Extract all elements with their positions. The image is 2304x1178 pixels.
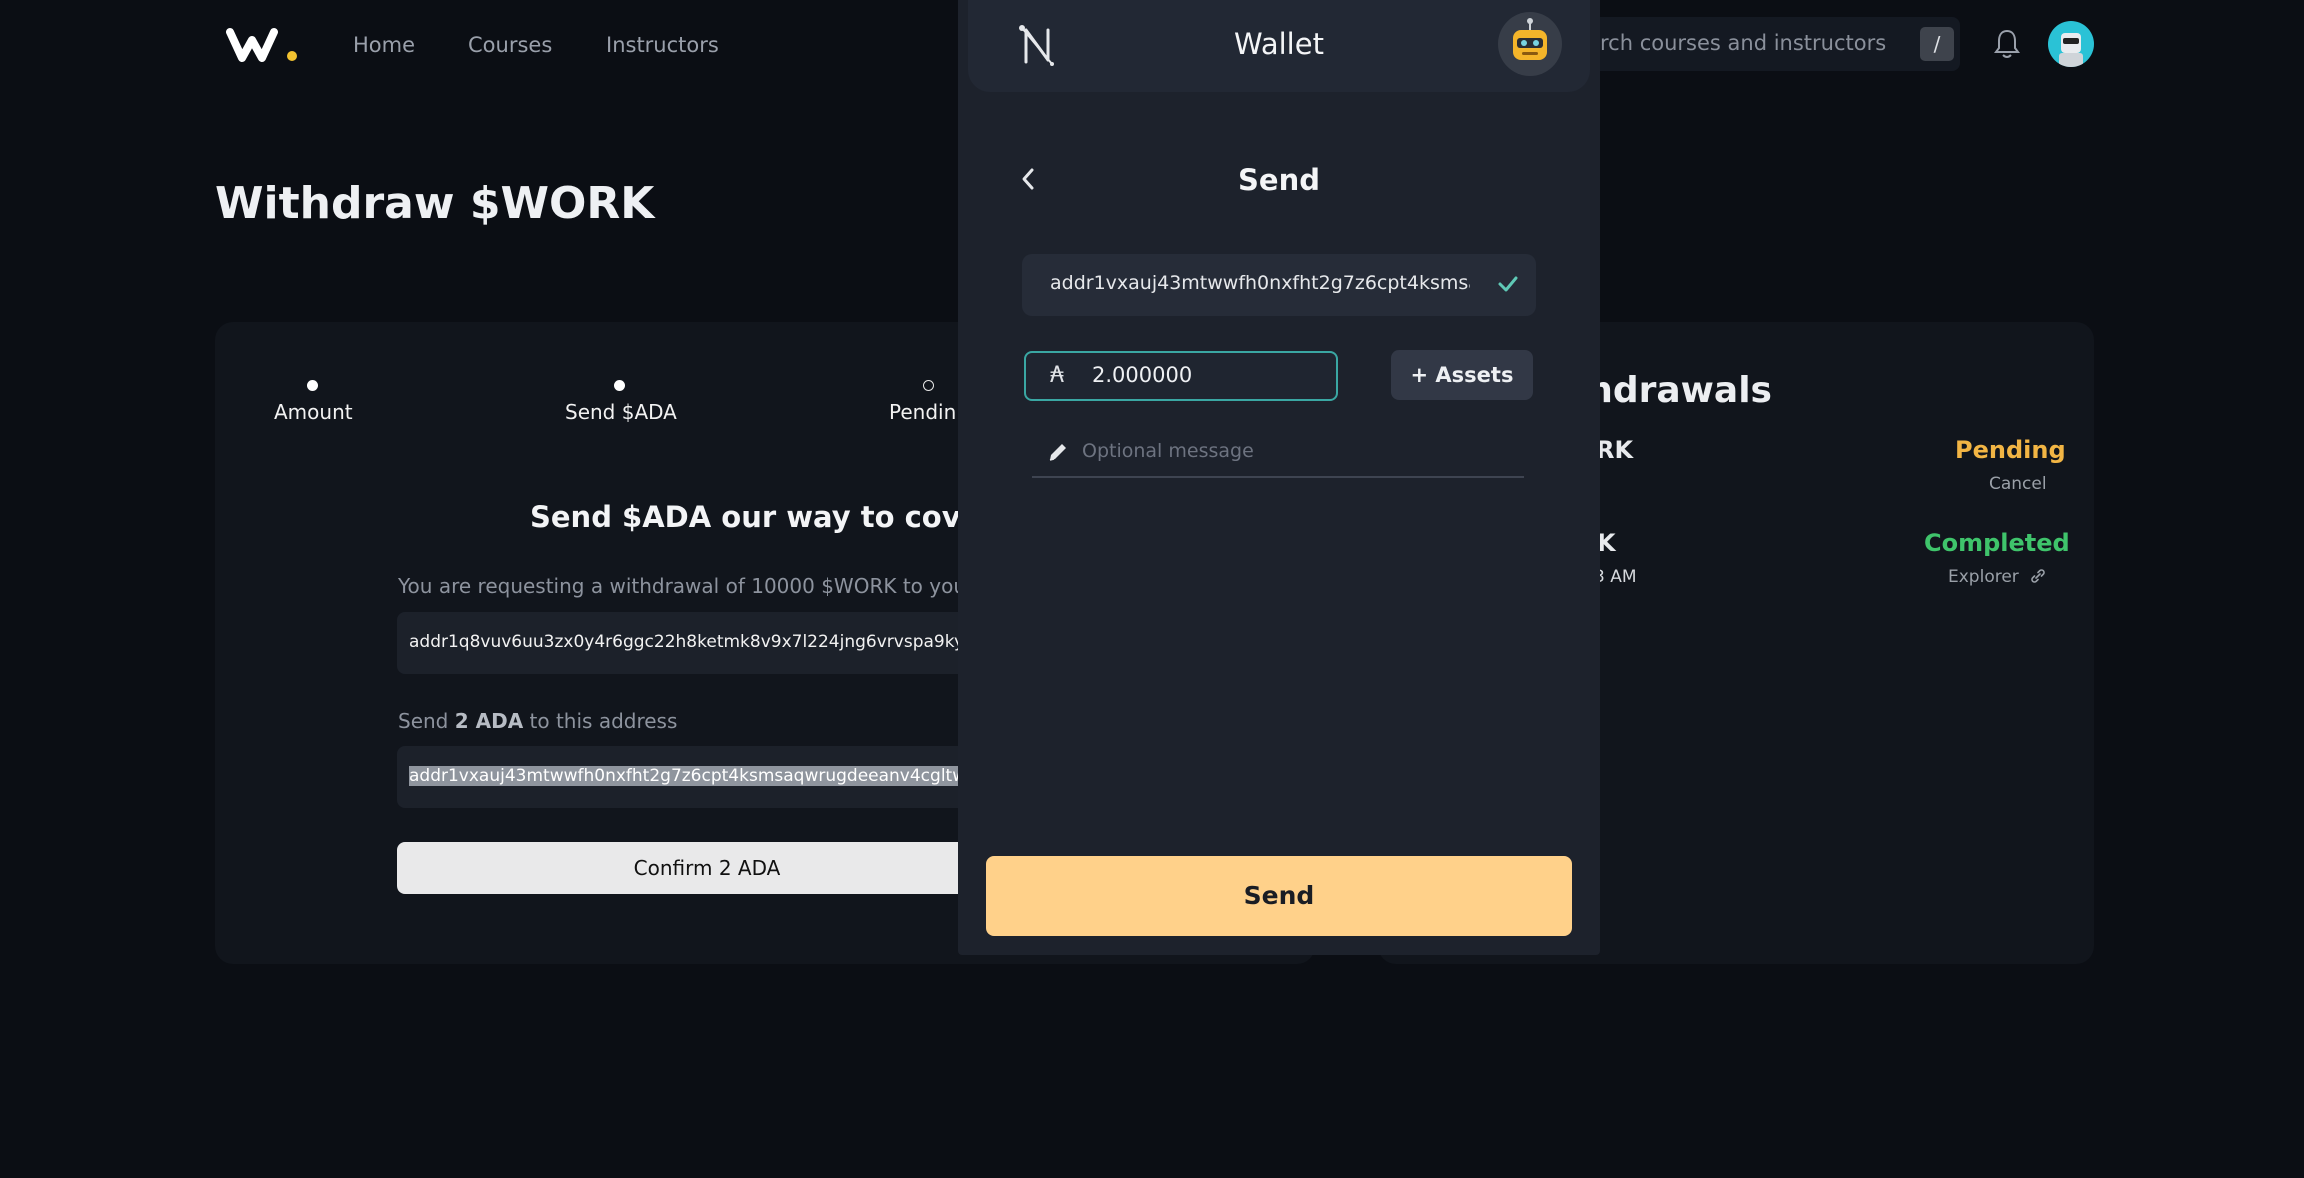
check-icon [1498, 276, 1518, 292]
wallet-title: Wallet [1234, 27, 1324, 61]
step-amount-dot [307, 380, 318, 391]
pencil-icon [1049, 444, 1066, 461]
nav-link-instructors[interactable]: Instructors [606, 33, 719, 57]
message-underline [1032, 476, 1524, 478]
withdrawal-name: RK [1596, 436, 1634, 464]
withdrawals-title: thdrawals [1570, 370, 1772, 411]
recipient-address-input[interactable]: addr1vxauj43mtwwfh0nxfht2g7z6cpt4ksmsaqw [1022, 254, 1536, 316]
withdrawal-status-completed: Completed [1924, 529, 2070, 557]
send-title: Send [1238, 163, 1320, 197]
search-input[interactable]: rch courses and instructors [1560, 17, 1960, 71]
confirm-ada-button[interactable]: Confirm 2 ADA [397, 842, 1017, 894]
send-button[interactable]: Send [986, 856, 1572, 936]
send-ada-heading: Send $ADA our way to cover f [530, 500, 1018, 534]
step-send-ada-dot [614, 380, 625, 391]
amount-input[interactable]: ₳ 2.000000 [1024, 351, 1338, 401]
step-pending-label: Pendin [889, 400, 957, 424]
step-amount-label: Amount [274, 400, 353, 424]
link-icon[interactable] [2029, 567, 2047, 585]
explorer-link[interactable]: Explorer [1948, 567, 2019, 587]
wallet-account-avatar[interactable] [1498, 12, 1562, 76]
send-amount-label: Send 2 ADA to this address [398, 709, 678, 733]
step-send-ada-label: Send $ADA [565, 400, 677, 424]
robot-avatar-icon [2059, 33, 2083, 67]
ada-symbol-icon: ₳ [1050, 363, 1064, 388]
robot-avatar-icon [1513, 18, 1547, 60]
search-placeholder: rch courses and instructors [1600, 31, 1887, 55]
recipient-address: addr1vxauj43mtwwfh0nxfht2g7z6cpt4ksmsaqw [1050, 272, 1470, 294]
withdrawal-status-pending: Pending [1955, 436, 2066, 464]
withdrawal-request-text: You are requesting a withdrawal of 10000… [398, 574, 993, 598]
receive-address: addr1vxauj43mtwwfh0nxfht2g7z6cpt4ksmsaqw… [409, 766, 967, 786]
step-pending-dot [923, 380, 934, 391]
cancel-withdrawal-link[interactable]: Cancel [1989, 474, 2047, 494]
wallet-header: Wallet [968, 0, 1590, 92]
destination-address: addr1q8vuv6uu3zx0y4r6ggc22h8ketmk8v9x7l2… [409, 632, 975, 652]
withdrawal-date: 3 AM [1594, 567, 1637, 587]
bell-icon[interactable] [1992, 28, 2022, 60]
nav-link-home[interactable]: Home [353, 33, 415, 57]
search-shortcut-key: / [1920, 27, 1954, 61]
nav-link-courses[interactable]: Courses [468, 33, 552, 57]
workshop-logo-icon[interactable] [226, 26, 300, 66]
add-assets-button[interactable]: + Assets [1391, 350, 1533, 400]
optional-message-input[interactable] [1082, 436, 1482, 466]
user-avatar[interactable] [2048, 21, 2094, 67]
amount-value: 2.000000 [1092, 363, 1193, 387]
wallet-panel: Wallet Send addr1vxauj43mtwwfh0nxfht2g7z… [958, 0, 1600, 955]
page-title: Withdraw $WORK [215, 178, 655, 229]
